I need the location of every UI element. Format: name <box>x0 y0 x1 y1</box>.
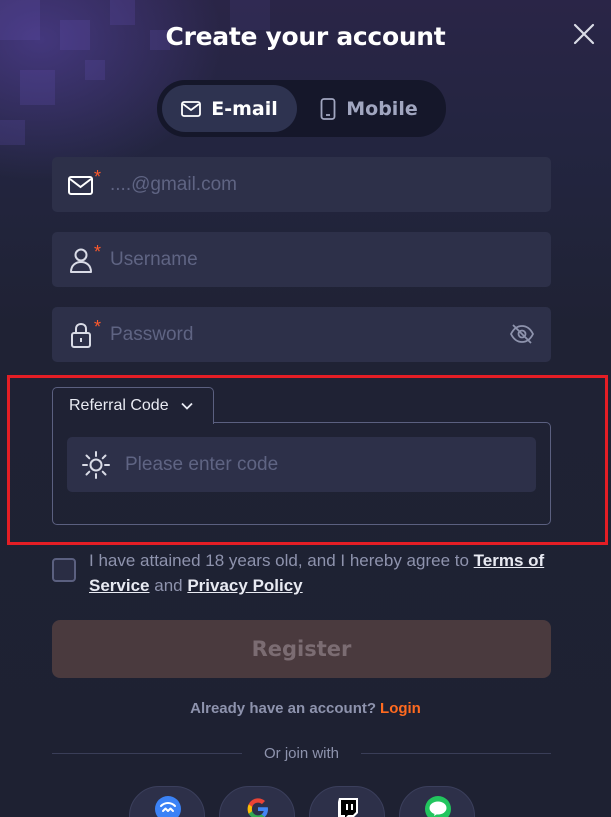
page-title: Create your account <box>165 22 446 51</box>
login-prompt: Already have an account? Login <box>0 700 611 717</box>
user-icon <box>70 248 92 273</box>
divider: Or join with <box>52 745 551 765</box>
required-mark: * <box>94 317 102 337</box>
signup-method-tabs: E-mail Mobile <box>157 80 446 137</box>
referral-field <box>67 437 536 492</box>
password-field: * <box>52 307 551 362</box>
tab-email[interactable]: E-mail <box>162 85 297 132</box>
divider-text: Or join with <box>263 745 340 762</box>
privacy-link[interactable]: Privacy Policy <box>187 576 302 595</box>
twitch-icon <box>338 798 358 817</box>
tab-mobile-label: Mobile <box>346 97 418 120</box>
social-line-button[interactable] <box>399 786 475 817</box>
agreement-text: I have attained 18 years old, and I here… <box>89 548 559 598</box>
tab-mobile[interactable]: Mobile <box>297 85 441 132</box>
agreement-prefix: I have attained 18 years old, and I here… <box>89 551 469 570</box>
social-login-list <box>0 786 611 817</box>
line-icon <box>425 796 451 817</box>
eye-off-icon[interactable] <box>509 322 535 346</box>
referral-toggle[interactable]: Referral Code <box>52 387 214 424</box>
social-twitch-button[interactable] <box>309 786 385 817</box>
social-google-button[interactable] <box>219 786 295 817</box>
tab-email-label: E-mail <box>211 97 278 120</box>
agreement-and: and <box>154 576 183 595</box>
walletconnect-icon <box>155 796 181 817</box>
google-icon <box>247 798 268 817</box>
register-button[interactable]: Register <box>52 620 551 678</box>
agree-checkbox[interactable] <box>52 558 76 582</box>
mail-icon <box>68 176 93 195</box>
register-modal: Create your account E-mail Mobile * ....… <box>0 0 611 817</box>
email-input[interactable] <box>110 157 510 212</box>
mail-icon <box>181 100 202 117</box>
username-input[interactable] <box>110 232 510 287</box>
chevron-down-icon <box>180 402 193 410</box>
login-prompt-text: Already have an account? <box>190 700 377 717</box>
phone-icon <box>320 97 336 120</box>
referral-label: Referral Code <box>69 397 169 414</box>
password-input[interactable] <box>110 307 510 362</box>
login-link[interactable]: Login <box>380 700 421 717</box>
username-field: * <box>52 232 551 287</box>
social-walletconnect-button[interactable] <box>129 786 205 817</box>
email-field: * <box>52 157 551 212</box>
referral-input[interactable] <box>125 437 525 492</box>
required-mark: * <box>94 167 102 187</box>
lock-icon <box>71 322 91 348</box>
required-mark: * <box>94 242 102 262</box>
sparkle-sun-icon <box>82 451 110 479</box>
